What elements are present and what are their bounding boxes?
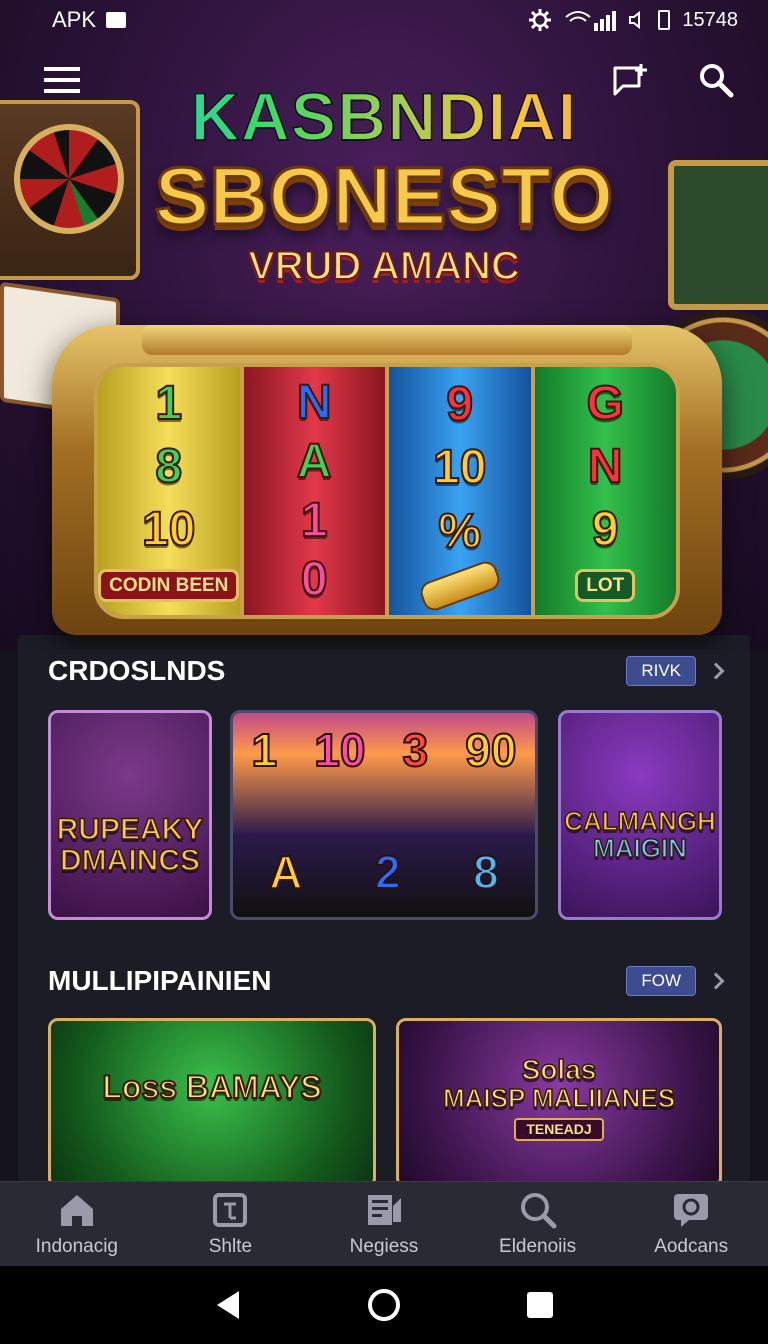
section-header: MULLIPIPAINIEN FOW [48, 963, 725, 999]
tile-number: 90 [464, 723, 517, 777]
reel-plate: CODIN BEEN [98, 568, 240, 602]
top-app-bar [40, 58, 738, 102]
nav-item-share[interactable]: Shlte [160, 1190, 300, 1258]
nav-item-search[interactable]: Eldenoiis [468, 1190, 608, 1258]
tile-number: 8 [472, 845, 500, 899]
nav-label: Aodcans [654, 1236, 729, 1257]
news-icon [364, 1190, 404, 1230]
section-header: CRDOSLNDS RIVK [48, 653, 725, 689]
status-bar: APK 15748 [0, 0, 768, 40]
home-system-button[interactable] [359, 1280, 409, 1330]
reel-symbol: 9 [445, 377, 474, 431]
system-navigation-bar [0, 1266, 768, 1344]
game-tile-title: Loss BAMAYS [101, 1069, 322, 1106]
nav-label: Shlte [208, 1236, 253, 1257]
chevron-right-icon[interactable] [707, 662, 725, 680]
hero-title-line2: SBONESTO [153, 150, 615, 244]
reel-symbol: 9 [591, 502, 620, 556]
chevron-right-icon[interactable] [707, 972, 725, 990]
status-time: 15748 [682, 8, 738, 31]
game-tile-title: RUPEAKY DMAINCS [56, 812, 204, 878]
back-triangle-icon [217, 1291, 239, 1319]
game-tile[interactable]: 1 10 3 90 A 2 8 [230, 710, 538, 920]
game-tile[interactable]: CALMANGH MAIGIN [558, 710, 722, 920]
nav-label: Eldenoiis [499, 1236, 577, 1257]
reel-symbol: A [296, 434, 333, 488]
reel-symbol: N [296, 375, 333, 429]
reel-2: N A 1 0 [243, 367, 389, 615]
reel-3: 9 10 % [389, 367, 535, 615]
game-tile-subtitle: MAISP MALIIANES [442, 1082, 676, 1113]
tile-number: A [268, 845, 303, 899]
reel-symbol: G [586, 377, 625, 431]
tile-number: 2 [374, 845, 402, 899]
reel-symbol: 10 [141, 502, 196, 556]
tile-number: 10 [313, 723, 366, 777]
section-title: CRDOSLNDS [48, 655, 226, 686]
slot-reels: 1 8 10 CODIN BEEN N A 1 0 9 10 % G N 9 L… [94, 363, 680, 619]
game-tile[interactable]: RUPEAKY DMAINCS [48, 710, 212, 920]
games-panel: CRDOSLNDS RIVK RUPEAKY DMAINCS 1 10 3 90… [18, 635, 750, 1188]
game-tile[interactable]: Loss BAMAYS [48, 1018, 376, 1188]
notifications-button[interactable] [608, 58, 652, 102]
search-icon [518, 1190, 558, 1230]
settings-gear-icon [529, 9, 552, 31]
tablet-icon [210, 1190, 250, 1230]
reel-symbol: 1 [154, 377, 183, 431]
reel-symbol: 1 [300, 493, 329, 547]
section-pill-button[interactable]: FOW [626, 966, 696, 996]
back-button[interactable] [203, 1280, 253, 1330]
search-icon [700, 64, 734, 98]
nav-label: Negiess [349, 1236, 419, 1257]
reel-symbol: 8 [154, 440, 183, 494]
mute-icon [629, 10, 641, 30]
game-tile-tag: TENEADJ [514, 1118, 604, 1141]
chat-icon [671, 1190, 711, 1230]
nav-label: Indonacig [35, 1236, 118, 1257]
nav-item-home[interactable]: Indonacig [7, 1190, 147, 1258]
message-icon [613, 64, 647, 96]
reel-plate: LOT [575, 568, 636, 602]
hamburger-icon [44, 67, 80, 93]
bottom-navigation: Indonacig Shlte Negiess Eldenoiis Aodcan… [0, 1181, 768, 1266]
reel-symbol: N [587, 440, 624, 494]
signal-icon [565, 11, 617, 31]
hero-title: KASBNDIAI SBONESTO VRUD AMANC [0, 78, 768, 289]
reel-4: G N 9 LOT [534, 367, 676, 615]
menu-button[interactable] [40, 58, 84, 102]
notification-icon [106, 12, 127, 28]
hero-title-line3: VRUD AMANC [247, 243, 521, 289]
game-tile-title: CALMANGH [563, 805, 716, 836]
home-icon [57, 1190, 97, 1230]
reel-symbol: 0 [300, 552, 329, 606]
tile-number: 1 [251, 723, 279, 777]
game-tile-subtitle: MAIGIN [592, 833, 687, 863]
game-tile[interactable]: Solas MAISP MALIIANES TENEADJ [396, 1018, 722, 1188]
reel-symbol: 10 [432, 441, 487, 495]
section-pill-button[interactable]: RIVK [626, 656, 696, 686]
reel-symbol: % [437, 504, 482, 558]
recents-square-icon [527, 1292, 553, 1318]
slot-machine[interactable]: 1 8 10 CODIN BEEN N A 1 0 9 10 % G N 9 L… [52, 325, 722, 635]
home-circle-icon [368, 1289, 400, 1321]
game-tile-title: Solas [521, 1054, 597, 1086]
section-title: MULLIPIPAINIEN [48, 965, 272, 996]
search-button[interactable] [694, 58, 738, 102]
recents-button[interactable] [515, 1280, 565, 1330]
status-app-label: APK [52, 7, 97, 32]
reel-1: 1 8 10 CODIN BEEN [98, 367, 244, 615]
nav-item-news[interactable]: Negiess [314, 1190, 454, 1258]
battery-icon [658, 10, 671, 30]
gold-bar-icon [417, 558, 503, 615]
nav-item-accounts[interactable]: Aodcans [621, 1190, 761, 1258]
tile-number: 3 [402, 723, 430, 777]
